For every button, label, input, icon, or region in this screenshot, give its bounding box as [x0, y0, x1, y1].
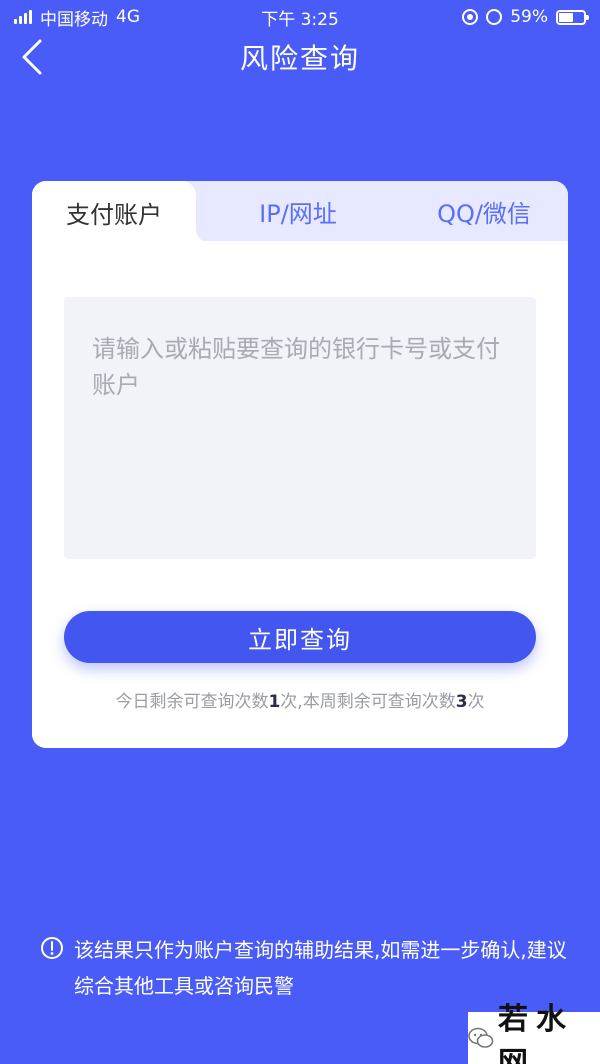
carrier-name: 中国移动 [40, 9, 108, 30]
wechat-logo-icon [468, 1027, 494, 1048]
chevron-left-icon [22, 39, 42, 75]
watermark-text: 若水网 [498, 1002, 574, 1064]
battery-icon [556, 9, 589, 25]
tab-qq-wechat[interactable]: QQ/微信 [400, 181, 568, 241]
network-type: 4G [116, 7, 140, 27]
tab-ip-url[interactable]: IP/网址 [208, 181, 388, 241]
status-bar: 中国移动 4G 下午 3:25 59% [0, 0, 600, 34]
status-bar-right: 59% [462, 7, 589, 27]
disclaimer-text: 该结果只作为账户查询的辅助结果,如需进一步确认,建议综合其他工具或咨询民警 [74, 938, 567, 998]
account-query-input[interactable] [64, 297, 536, 559]
alarm-icon [486, 9, 503, 25]
query-card: 支付账户 IP/网址 QQ/微信 立即查询 今日剩余可查询次数1次,本周剩余可查… [32, 181, 568, 748]
daily-quota-prefix: 今日剩余可查询次数 [115, 692, 269, 712]
weekly-quota-suffix: 次 [467, 692, 485, 712]
status-bar-left: 中国移动 4G [14, 5, 140, 30]
battery-percent: 59% [510, 7, 548, 27]
daily-quota-suffix: 次, [280, 692, 303, 712]
back-button[interactable] [14, 38, 50, 76]
battery-level-fill [559, 12, 574, 22]
remaining-quota-text: 今日剩余可查询次数1次,本周剩余可查询次数3次 [32, 687, 568, 712]
disclaimer-notice: 该结果只作为账户查询的辅助结果,如需进一步确认,建议综合其他工具或咨询民警 [40, 932, 570, 1004]
watermark: 若水网 [468, 1002, 600, 1064]
rotation-lock-icon [462, 9, 479, 25]
query-now-button[interactable]: 立即查询 [64, 611, 536, 663]
info-circle-icon [41, 937, 63, 959]
card-body: 立即查询 今日剩余可查询次数1次,本周剩余可查询次数3次 [32, 241, 568, 748]
page-title: 风险查询 [239, 42, 360, 75]
weekly-quota-count: 3 [455, 692, 468, 712]
signal-icon [14, 10, 32, 24]
daily-quota-count: 1 [268, 692, 281, 712]
weekly-quota-prefix: 本周剩余可查询次数 [302, 692, 456, 712]
tab-payment-account[interactable]: 支付账户 [32, 181, 196, 243]
nav-bar: 风险查询 [0, 34, 600, 80]
tab-bar: 支付账户 IP/网址 QQ/微信 [32, 181, 568, 243]
